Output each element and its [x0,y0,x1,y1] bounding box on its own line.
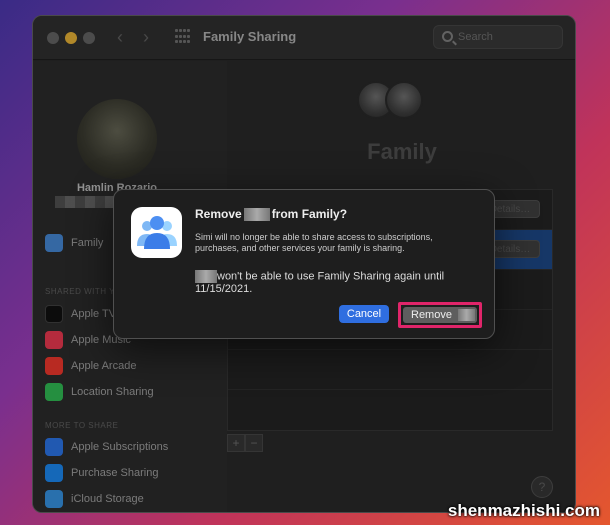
watermark: shenmazhishi.com [447,501,600,520]
redacted-name [195,270,217,283]
redacted-name [457,309,475,321]
remove-button-label: Remove [411,309,452,321]
family-sharing-icon [131,207,182,258]
dialog-message: Simi will no longer be able to share acc… [195,232,433,253]
remove-button-highlight: Remove [398,302,482,328]
remove-member-dialog: Remove from Family? Simi will no longer … [113,189,495,339]
cancel-button[interactable]: Cancel [339,305,389,323]
remove-button[interactable]: Remove [403,307,477,323]
dialog-message-secondary-text: won't be able to use Family Sharing agai… [195,270,445,296]
dialog-title-suffix: from Family? [271,207,348,221]
redacted-name [243,207,270,221]
dialog-title: Remove from Family? [195,207,347,221]
dialog-title-prefix: Remove [195,207,242,221]
dialog-message-secondary: won't be able to use Family Sharing agai… [195,270,475,296]
